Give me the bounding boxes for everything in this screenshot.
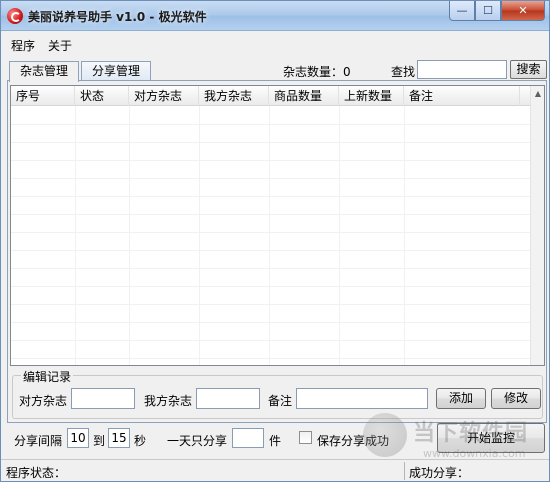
- window-title: 美丽说养号助手 v1.0 - 极光软件: [28, 10, 207, 24]
- grid-column-line: [339, 106, 340, 365]
- note-input[interactable]: [296, 388, 428, 409]
- column-header-status[interactable]: 状态: [75, 86, 129, 106]
- save-success-checkbox[interactable]: [299, 431, 312, 444]
- magazine-count-value: 0: [343, 65, 351, 79]
- table-vertical-scrollbar[interactable]: ▲: [530, 86, 544, 365]
- grid-column-line: [199, 106, 200, 365]
- menu-item-about[interactable]: 关于: [48, 37, 72, 54]
- daily-share-label: 一天只分享: [167, 434, 228, 448]
- our-magazine-input[interactable]: [196, 388, 260, 409]
- grid-row-line: [11, 232, 530, 233]
- edit-record-title: 编辑记录: [21, 368, 74, 385]
- grid-row-line: [11, 358, 530, 359]
- grid-row-line: [11, 214, 530, 215]
- grid-row-line: [11, 268, 530, 269]
- grid-row-line: [11, 322, 530, 323]
- grid-column-line: [75, 106, 76, 365]
- table-body: [11, 106, 530, 365]
- grid-row-line: [11, 196, 530, 197]
- title-bar[interactable]: 美丽说养号助手 v1.0 - 极光软件 — ☐ ✕: [1, 1, 549, 31]
- grid-row-line: [11, 340, 530, 341]
- grid-column-line: [129, 106, 130, 365]
- start-monitor-button[interactable]: 开始监控: [437, 423, 545, 453]
- table-header: 序号 状态 对方杂志 我方杂志 商品数量 上新数量 备注: [11, 86, 544, 106]
- menu-bar: 程序 关于: [1, 31, 549, 55]
- modify-button[interactable]: 修改: [491, 388, 541, 409]
- close-button[interactable]: ✕: [501, 1, 545, 21]
- interval-to-input[interactable]: [108, 428, 130, 448]
- grid-row-line: [11, 160, 530, 161]
- to-label: 到: [93, 434, 106, 448]
- menu-item-program[interactable]: 程序: [11, 37, 35, 54]
- save-success-label[interactable]: 保存分享成功: [317, 432, 389, 449]
- success-share-label: 成功分享：: [409, 466, 470, 480]
- column-header-product-count[interactable]: 商品数量: [269, 86, 339, 106]
- items-unit-label: 件: [269, 434, 282, 448]
- find-input[interactable]: [417, 60, 507, 79]
- status-bar: 程序状态： 成功分享：: [1, 459, 549, 481]
- their-magazine-input[interactable]: [71, 388, 135, 409]
- daily-share-input[interactable]: [232, 428, 264, 448]
- grid-column-line: [269, 106, 270, 365]
- share-settings-row: 分享间隔 到 秒 一天只分享 件 保存分享成功 开始监控: [1, 423, 549, 457]
- grid-row-line: [11, 304, 530, 305]
- tab-panel: 序号 状态 对方杂志 我方杂志 商品数量 上新数量 备注 ▲ 编辑记录 对方杂志…: [7, 80, 547, 423]
- edit-record-group: 编辑记录 对方杂志 我方杂志 备注 添加 修改: [12, 368, 543, 419]
- interval-from-input[interactable]: [67, 428, 89, 448]
- maximize-button[interactable]: ☐: [475, 1, 501, 21]
- magazine-count-label: 杂志数量：: [283, 65, 344, 79]
- column-header-our-magazine[interactable]: 我方杂志: [199, 86, 269, 106]
- seconds-label: 秒: [134, 434, 147, 448]
- their-magazine-label: 对方杂志: [19, 394, 68, 408]
- minimize-button[interactable]: —: [449, 1, 475, 21]
- tab-magazine-management[interactable]: 杂志管理: [9, 61, 79, 82]
- column-header-their-magazine[interactable]: 对方杂志: [129, 86, 199, 106]
- our-magazine-label: 我方杂志: [144, 394, 193, 408]
- find-label: 查找: [391, 65, 416, 79]
- program-status-label: 程序状态：: [6, 466, 67, 480]
- app-logo-icon: [7, 8, 23, 24]
- column-header-index[interactable]: 序号: [11, 86, 75, 106]
- magazine-count: 杂志数量：0: [283, 63, 351, 80]
- window-controls: — ☐ ✕: [449, 1, 545, 21]
- scroll-up-arrow-icon[interactable]: ▲: [533, 89, 543, 101]
- status-separator: [404, 462, 405, 480]
- note-label: 备注: [268, 394, 293, 408]
- grid-row-line: [11, 142, 530, 143]
- grid-column-line: [404, 106, 405, 365]
- grid-row-line: [11, 286, 530, 287]
- search-button[interactable]: 搜索: [510, 60, 547, 79]
- share-interval-label: 分享间隔: [14, 434, 63, 448]
- column-header-new-count[interactable]: 上新数量: [339, 86, 404, 106]
- grid-row-line: [11, 178, 530, 179]
- grid-row-line: [11, 124, 530, 125]
- grid-row-line: [11, 250, 530, 251]
- column-header-note[interactable]: 备注: [404, 86, 520, 106]
- add-button[interactable]: 添加: [436, 388, 486, 409]
- magazine-table[interactable]: 序号 状态 对方杂志 我方杂志 商品数量 上新数量 备注 ▲: [10, 85, 545, 366]
- tab-share-management[interactable]: 分享管理: [81, 61, 151, 81]
- app-window: 美丽说养号助手 v1.0 - 极光软件 — ☐ ✕ 程序 关于 杂志管理 分享管…: [0, 0, 550, 482]
